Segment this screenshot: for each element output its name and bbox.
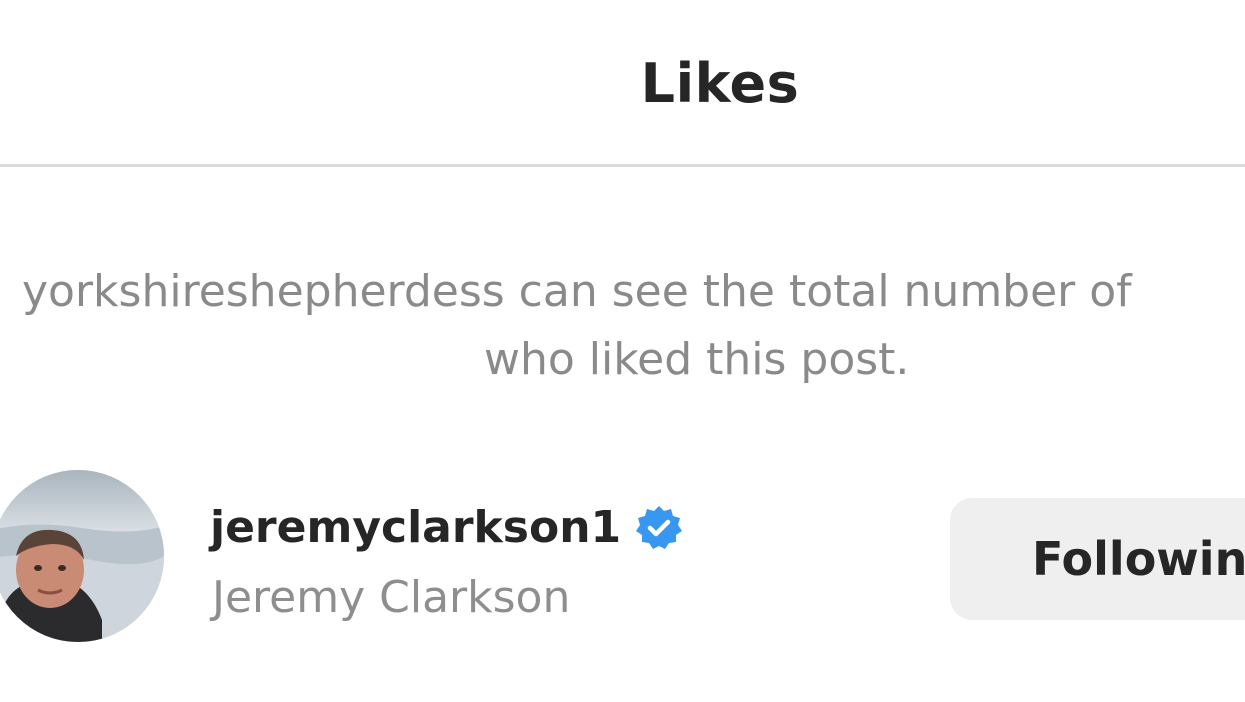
- avatar[interactable]: [0, 470, 164, 642]
- page-title: Likes: [640, 52, 800, 115]
- username[interactable]: jeremyclarkson1: [210, 498, 621, 558]
- avatar-photo: [0, 470, 164, 642]
- verified-badge-icon: [635, 504, 683, 552]
- following-button-label: Followin: [1032, 532, 1245, 586]
- like-list-item[interactable]: jeremyclarkson1 Jeremy Clarkson Followin: [0, 470, 1245, 646]
- likes-header: Likes: [0, 0, 1245, 166]
- full-name: Jeremy Clarkson: [212, 572, 571, 623]
- following-button[interactable]: Followin: [950, 498, 1245, 620]
- notice-text-line-2: who liked this post.: [484, 334, 910, 385]
- likes-visibility-notice: yorkshireshepherdess can see the total n…: [0, 258, 1245, 398]
- notice-text-line-1: yorkshireshepherdess can see the total n…: [22, 266, 1132, 317]
- header-divider: [0, 164, 1245, 167]
- username-row[interactable]: jeremyclarkson1: [210, 498, 683, 558]
